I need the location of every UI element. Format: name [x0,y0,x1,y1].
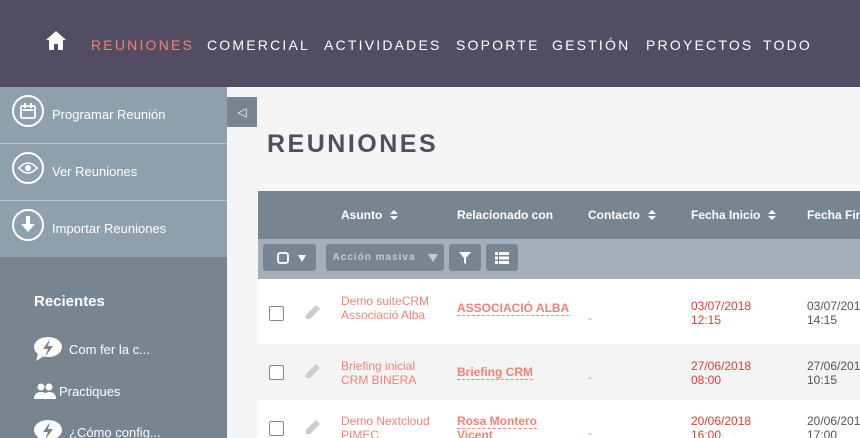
sidebar-collapse-button[interactable]: ◁ [227,97,257,127]
nav-item-soporte[interactable]: SOPORTE [456,37,540,53]
page-title: REUNIONES [267,130,439,158]
column-label: Contacto [588,208,640,222]
pencil-icon[interactable] [305,419,321,435]
column-header-relacionado[interactable]: Relacionado con [457,208,553,222]
cell-line: Rosa Montero [457,414,538,429]
cell-line: 14:15 [807,313,838,327]
row-checkbox[interactable] [269,421,284,436]
cell-line: 20/06/2018 [691,414,752,428]
column-label: Asunto [341,208,383,222]
recent-item-label: Practiques [59,384,121,399]
eye-icon [12,152,44,184]
cell-fecha-fin: 03/07/201814:15 [807,299,860,327]
sidebar-action-label: Programar Reunión [52,107,166,122]
sidebar-action-label: Ver Reuniones [52,164,138,179]
download-icon [12,209,44,241]
cell-line: Associació Alba [341,308,426,322]
cell-contacto[interactable]: - [588,311,592,325]
column-chooser-button[interactable] [486,244,518,271]
cell-relacionado[interactable]: Briefing CRM [457,365,533,380]
sidebar-action-importar-reuniones[interactable]: Importar Reuniones [0,201,227,258]
cell-asunto[interactable]: Briefing inicial CRM BINERA [341,359,416,387]
nav-item-comercial[interactable]: COMERCIAL [207,37,310,53]
recent-item-como-config[interactable]: ¿Cómo config... [34,420,224,438]
list-icon [495,251,509,264]
sidebar-action-label: Importar Reuniones [52,221,167,236]
recent-item-label: Com fer la c... [69,342,150,357]
sidebar-action-ver-reuniones[interactable]: Ver Reuniones [0,144,227,201]
sidebar: Programar Reunión Ver Reuniones Importar… [0,87,227,438]
table-toolbar: Acción masiva [258,239,860,279]
nav-item-actividades[interactable]: ACTIVIDADES [324,37,442,53]
sort-icon [648,210,656,220]
cell-line: PIMEC [341,428,380,438]
cell-line: 17:00 [807,428,838,438]
table-row: Demo suiteCRM Associació Alba ASSOCIACIÓ … [258,279,860,344]
table-row: Briefing inicial CRM BINERA Briefing CRM … [258,344,860,400]
cell-fecha-fin: 20/06/201817:00 [807,414,860,438]
lightning-bubble-icon [34,420,62,438]
select-all-dropdown[interactable] [263,244,316,271]
cell-line: 03/07/2018 [807,299,860,313]
nav-item-gestion[interactable]: GESTIÓN [552,37,630,53]
sidebar-actions: Programar Reunión Ver Reuniones Importar… [0,87,227,257]
cell-relacionado[interactable]: Rosa Montero Vicent [457,414,538,438]
pencil-icon[interactable] [305,363,321,379]
cell-line: 03/07/2018 [691,299,752,313]
chevron-down-icon [427,253,438,262]
column-header-fecha-inicio[interactable]: Fecha Inicio [691,208,777,222]
cell-line: 08:00 [691,373,722,387]
users-icon [34,383,56,399]
row-checkbox[interactable] [269,306,284,321]
cell-relacionado[interactable]: ASSOCIACIÓ ALBA [457,301,570,316]
filter-icon [459,251,471,264]
cell-line: 10:15 [807,373,838,387]
column-header-asunto[interactable]: Asunto [341,208,399,222]
column-header-contacto[interactable]: Contacto [588,208,656,222]
recent-item-com-fer[interactable]: Com fer la c... [34,337,224,361]
checkbox-dropdown-icon [276,251,306,264]
top-navigation: REUNIONES COMERCIAL ACTIVIDADES SOPORTE … [0,0,860,87]
cell-line: Briefing inicial [341,359,416,373]
recent-item-label: ¿Cómo config... [69,425,161,438]
cell-fecha-fin: 27/06/201810:15 [807,359,860,387]
cell-asunto[interactable]: Demo suiteCRM Associació Alba [341,294,429,322]
cell-line: Vicent [457,428,493,438]
cell-fecha-inicio: 27/06/2018 08:00 [691,359,751,387]
table-row: Demo Nextcloud PIMEC Rosa Montero Vicent -… [258,400,860,438]
cell-fecha-inicio: 03/07/2018 12:15 [691,299,751,327]
column-label: Fecha Inicio [691,208,761,222]
table-header: Asunto Relacionado con Contacto Fecha In… [258,191,860,239]
bulk-action-dropdown[interactable]: Acción masiva [326,244,444,271]
nav-item-reuniones[interactable]: REUNIONES [91,37,194,53]
nav-item-todo[interactable]: TODO [763,37,812,53]
cell-fecha-inicio: 20/06/2018 16:00 [691,414,751,438]
sidebar-action-programar-reunion[interactable]: Programar Reunión [0,87,227,144]
recientes-heading: Recientes [34,293,105,310]
cell-asunto[interactable]: Demo Nextcloud PIMEC [341,414,430,438]
row-checkbox[interactable] [269,365,284,380]
recent-item-practiques[interactable]: Practiques [34,379,224,403]
filter-button[interactable] [449,244,481,271]
cell-line: 27/06/2018 [807,359,860,373]
cell-line: Demo Nextcloud [341,414,430,428]
cell-line: Demo suiteCRM [341,294,430,308]
pencil-icon[interactable] [305,304,321,320]
cell-line: 27/06/2018 [691,359,752,373]
home-icon[interactable] [46,31,66,50]
calendar-icon [12,95,44,127]
sort-icon [390,210,399,220]
cell-contacto[interactable]: - [588,426,592,438]
cell-line: CRM BINERA [341,373,417,387]
column-header-fecha-fin[interactable]: Fecha Fin [807,208,860,222]
cell-line: 16:00 [691,428,722,438]
cell-line: 20/06/2018 [807,414,860,428]
sort-icon [768,210,777,220]
lightning-bubble-icon [34,337,62,361]
cell-contacto[interactable]: - [588,370,592,384]
nav-item-proyectos[interactable]: PROYECTOS [646,37,753,53]
bulk-action-label: Acción masiva [332,252,416,263]
cell-line: 12:15 [691,313,722,327]
